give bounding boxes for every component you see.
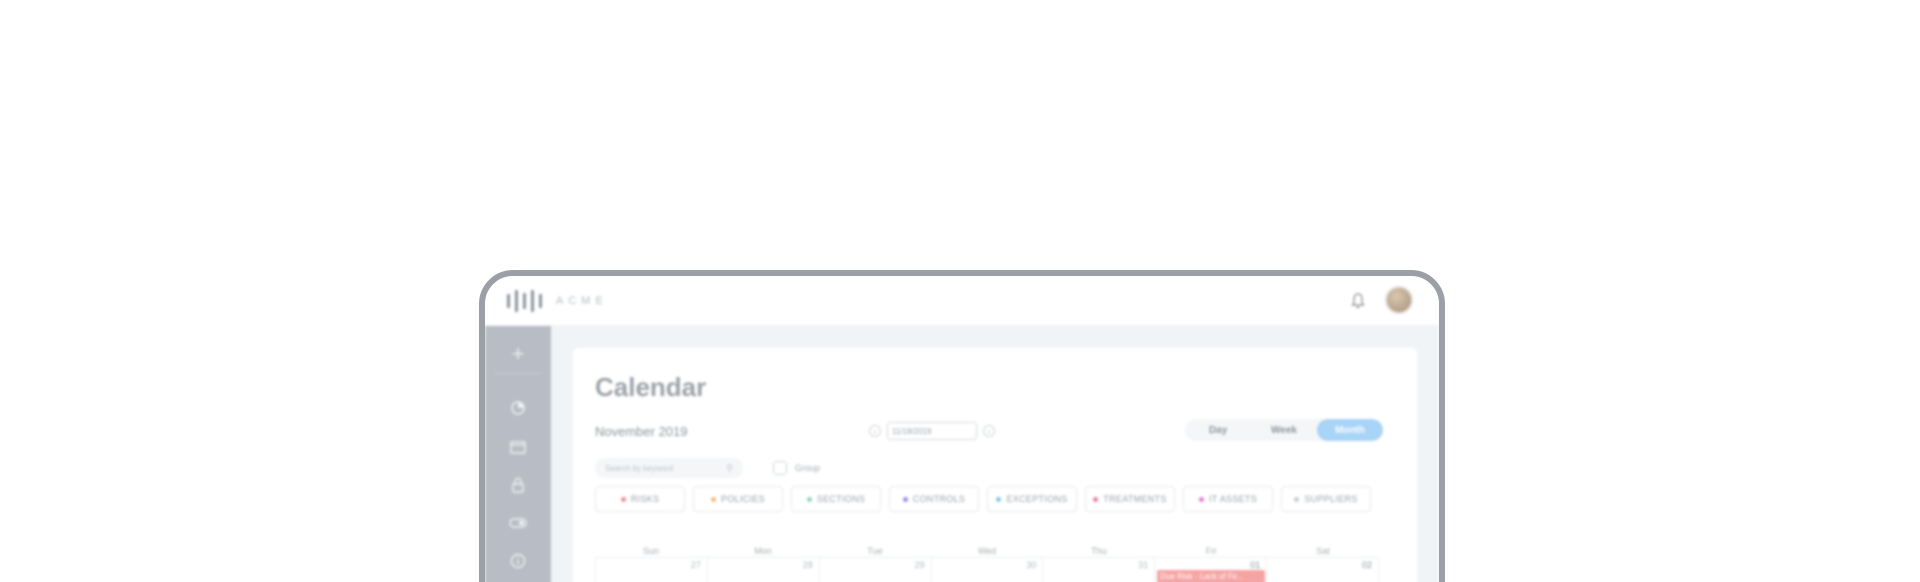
filter-dot bbox=[902, 496, 908, 502]
filter-chips: RISKS POLICIES SECTIONS CONTROLS EXCEPTI… bbox=[595, 486, 1371, 512]
view-week-button[interactable]: Week bbox=[1251, 419, 1317, 441]
filter-dot bbox=[806, 496, 812, 502]
filter-chip-exceptions[interactable]: EXCEPTIONS bbox=[987, 486, 1077, 512]
filter-label: SECTIONS bbox=[816, 494, 866, 504]
day-number: 29 bbox=[914, 560, 925, 570]
group-label: Group bbox=[795, 463, 821, 473]
day-cell[interactable]: 01 Due Risk - Lack of Fir... bbox=[1155, 558, 1268, 582]
weekday-header: Sun Mon Tue Wed Thu Fri Sat bbox=[595, 546, 1379, 558]
top-bar: ACME bbox=[485, 276, 1439, 326]
day-number: 30 bbox=[1026, 560, 1037, 570]
filter-dot bbox=[711, 496, 717, 502]
day-cell[interactable]: 27 bbox=[595, 558, 708, 582]
filter-label: CONTROLS bbox=[912, 494, 966, 504]
day-cell[interactable]: 31 bbox=[1043, 558, 1156, 582]
calendar-week-row: 27 28 29 30 31 01 Due Risk - Lack of Fir… bbox=[595, 558, 1380, 582]
weekday-label: Sun bbox=[642, 546, 659, 556]
day-cell[interactable]: 28 bbox=[708, 558, 820, 582]
calendar-card: Calendar November 2019 ‹ › Day Week Mont… bbox=[573, 348, 1417, 582]
avatar[interactable] bbox=[1385, 286, 1413, 314]
filter-chip-controls[interactable]: CONTROLS bbox=[889, 486, 979, 512]
filter-label: IT ASSETS bbox=[1208, 494, 1258, 504]
filter-label: POLICIES bbox=[721, 494, 765, 504]
toggle-icon[interactable] bbox=[485, 508, 551, 538]
view-day-button[interactable]: Day bbox=[1185, 419, 1251, 441]
search-placeholder: Search by keyword bbox=[605, 463, 674, 473]
filter-dot bbox=[1294, 496, 1300, 502]
day-number: 31 bbox=[1138, 560, 1149, 570]
filter-chip-policies[interactable]: POLICIES bbox=[693, 486, 783, 512]
day-cell[interactable]: 02 bbox=[1267, 558, 1380, 582]
plus-icon[interactable]: + bbox=[495, 334, 541, 374]
view-month-button[interactable]: Month bbox=[1317, 419, 1383, 441]
app-logo[interactable]: ACME bbox=[507, 290, 608, 312]
search-input[interactable]: Search by keyword ⚲ bbox=[595, 458, 743, 478]
day-cell[interactable]: 30 bbox=[932, 558, 1044, 582]
filter-chip-risks[interactable]: RISKS bbox=[595, 486, 685, 512]
bell-icon[interactable] bbox=[1351, 293, 1365, 309]
day-number: 02 bbox=[1362, 560, 1373, 570]
main-content: Calendar November 2019 ‹ › Day Week Mont… bbox=[551, 326, 1439, 582]
filter-chip-treatments[interactable]: TREATMENTS bbox=[1085, 486, 1175, 512]
filter-dot bbox=[996, 496, 1002, 502]
filter-label: SUPPLIERS bbox=[1304, 494, 1358, 504]
weekday-label: Mon bbox=[754, 546, 772, 556]
pie-chart-icon[interactable] bbox=[485, 393, 551, 423]
calendar-icon[interactable] bbox=[485, 432, 551, 462]
filter-chip-suppliers[interactable]: SUPPLIERS bbox=[1281, 486, 1371, 512]
group-checkbox[interactable] bbox=[773, 461, 787, 475]
weekday-label: Wed bbox=[977, 546, 997, 556]
month-label: November 2019 bbox=[595, 424, 688, 439]
weekday-label: Fri bbox=[1205, 546, 1217, 556]
logo-text: ACME bbox=[556, 295, 608, 307]
day-cell[interactable]: 29 bbox=[820, 558, 932, 582]
device-frame: ACME + Calendar November 2019 ‹ 11/18/20… bbox=[479, 270, 1445, 582]
view-toggle: Day Week Month bbox=[1185, 419, 1383, 441]
date-navigator: ‹ › bbox=[869, 422, 995, 440]
day-number: 28 bbox=[802, 560, 813, 570]
filter-chip-it-assets[interactable]: IT ASSETS bbox=[1183, 486, 1273, 512]
day-number: 01 bbox=[1250, 560, 1261, 570]
chevron-right-icon[interactable]: › bbox=[983, 425, 995, 437]
filter-dot bbox=[1093, 496, 1099, 502]
stage: ACME + Calendar November 2019 ‹ 11/18/20… bbox=[0, 0, 1920, 582]
group-toggle: Group bbox=[773, 461, 820, 475]
weekday-label: Thu bbox=[1091, 546, 1107, 556]
page-title: Calendar bbox=[595, 372, 707, 402]
calendar-grid: Sun Mon Tue Wed Thu Fri Sat 27 28 29 30 … bbox=[595, 546, 1380, 582]
filter-label: RISKS bbox=[630, 494, 660, 504]
info-icon[interactable] bbox=[485, 546, 551, 576]
search-icon[interactable]: ⚲ bbox=[726, 463, 733, 474]
filter-dot bbox=[620, 496, 626, 502]
sidebar: + bbox=[485, 326, 551, 582]
day-number: 27 bbox=[690, 560, 701, 570]
filter-label: EXCEPTIONS bbox=[1006, 494, 1068, 504]
date-field[interactable] bbox=[887, 422, 977, 440]
filter-label: TREATMENTS bbox=[1103, 494, 1167, 504]
chevron-left-icon[interactable]: ‹ bbox=[869, 425, 881, 437]
weekday-label: Tue bbox=[867, 546, 883, 556]
calendar-event[interactable]: Due Risk - Lack of Fir... bbox=[1157, 570, 1266, 582]
logo-bars-icon bbox=[507, 290, 542, 312]
app-screen: ACME + Calendar November 2019 ‹ 11/18/20… bbox=[485, 276, 1439, 582]
filter-dot bbox=[1198, 496, 1204, 502]
lock-icon[interactable] bbox=[485, 470, 551, 500]
filter-chip-sections[interactable]: SECTIONS bbox=[791, 486, 881, 512]
weekday-label: Sat bbox=[1316, 546, 1330, 556]
